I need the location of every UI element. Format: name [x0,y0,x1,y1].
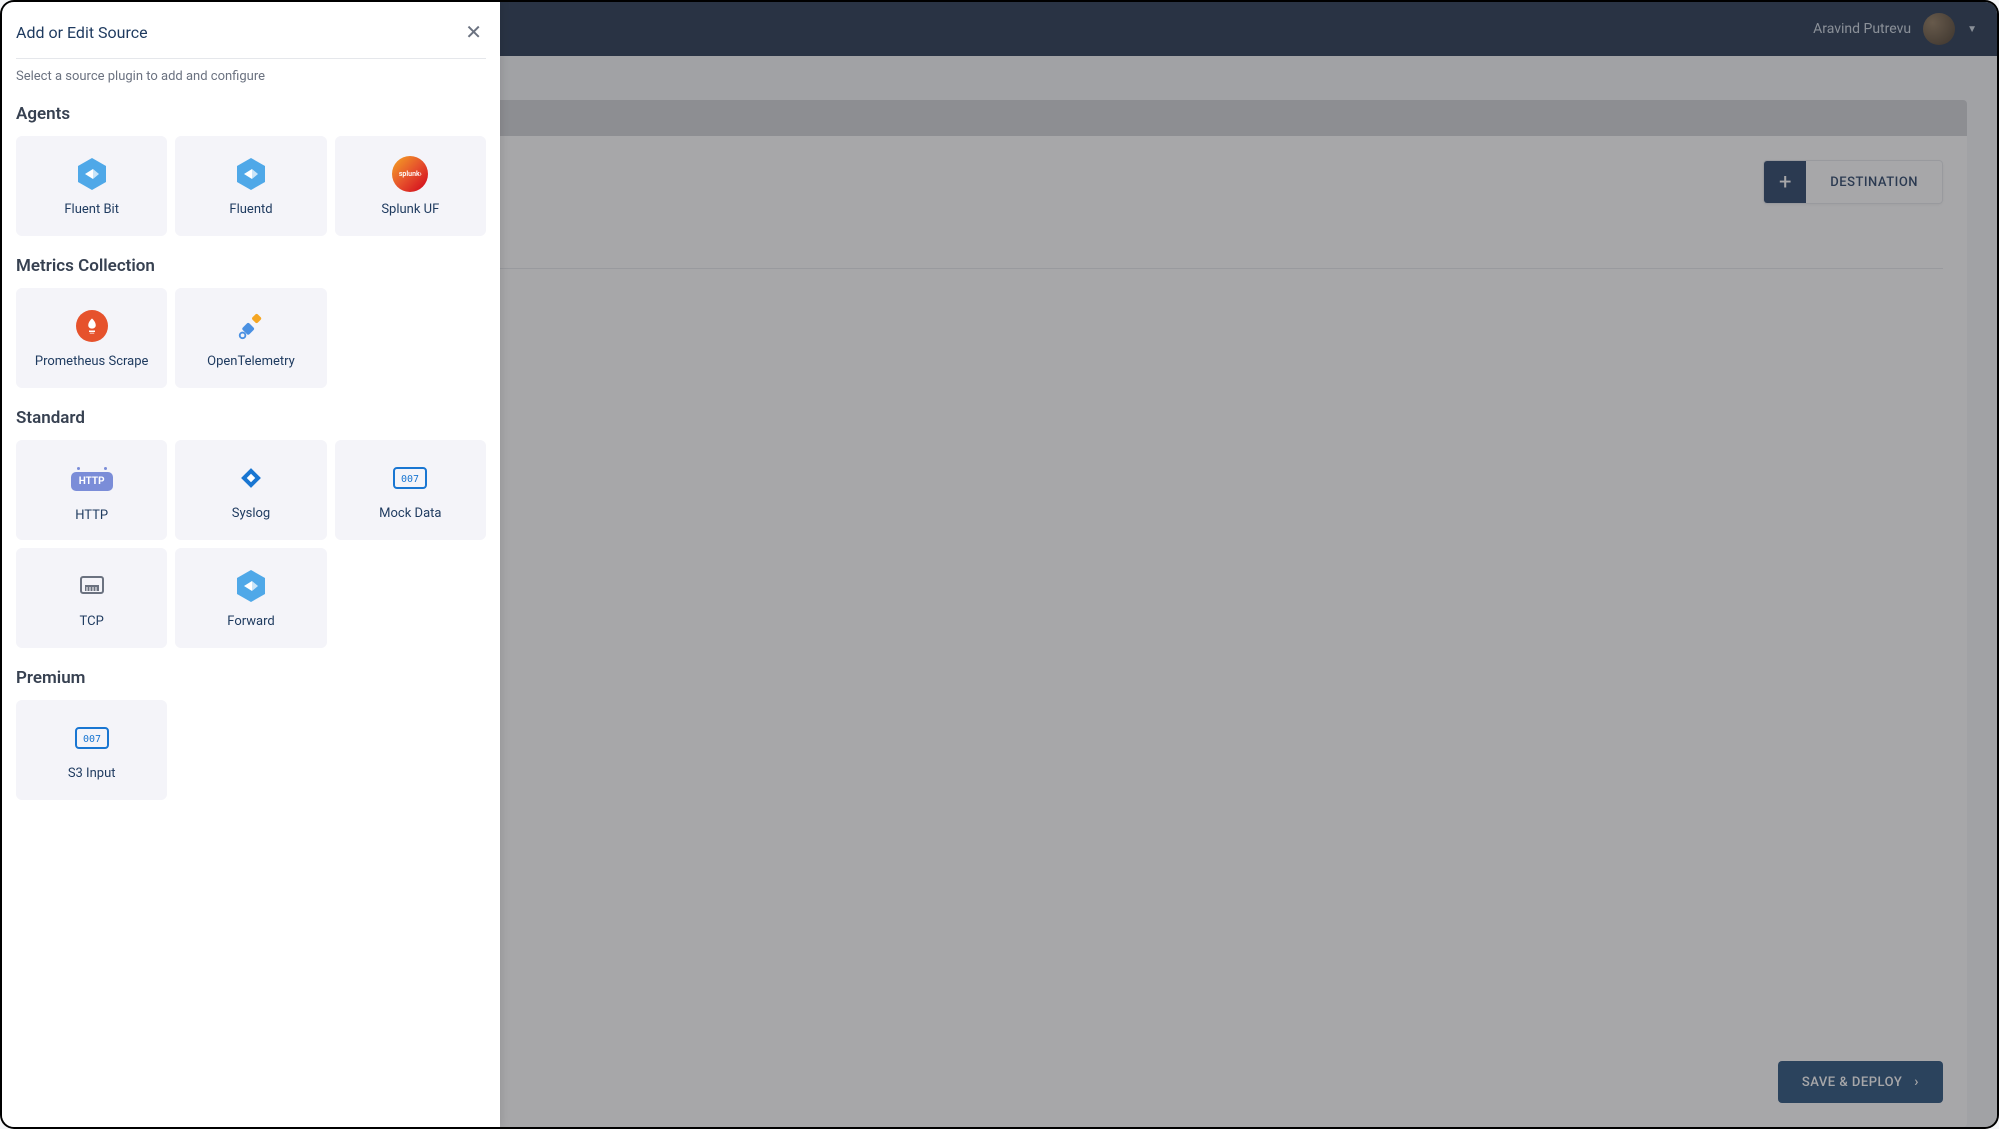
fluentd-icon [233,156,269,192]
section-title-premium: Premium [16,668,486,688]
svg-text:007: 007 [401,474,419,485]
plugin-syslog[interactable]: Syslog [175,440,326,540]
plugin-s3-input[interactable]: 007 S3 Input [16,700,167,800]
splunk-icon: splunk› [392,156,428,192]
plugin-opentelemetry[interactable]: OpenTelemetry [175,288,326,388]
http-icon: HTTP [74,464,110,500]
s3-icon: 007 [74,720,110,756]
opentelemetry-icon [233,308,269,344]
panel-title: Add or Edit Source [16,23,148,42]
divider [16,58,486,59]
tcp-icon [74,568,110,604]
section-title-metrics: Metrics Collection [16,256,486,276]
fluentbit-icon [74,156,110,192]
panel-subtitle: Select a source plugin to add and config… [16,69,486,84]
section-title-standard: Standard [16,408,486,428]
plugin-forward[interactable]: Forward [175,548,326,648]
forward-icon [233,568,269,604]
plugin-http[interactable]: HTTP HTTP [16,440,167,540]
source-picker-panel: Add or Edit Source ✕ Select a source plu… [2,2,500,1127]
plugin-fluentd[interactable]: Fluentd [175,136,326,236]
close-icon[interactable]: ✕ [461,16,486,48]
plugin-tcp[interactable]: TCP [16,548,167,648]
plugin-fluent-bit[interactable]: Fluent Bit [16,136,167,236]
mock-data-icon: 007 [392,460,428,496]
plugin-splunk-uf[interactable]: splunk› Splunk UF [335,136,486,236]
plugin-mock-data[interactable]: 007 Mock Data [335,440,486,540]
section-title-agents: Agents [16,104,486,124]
prometheus-icon [74,308,110,344]
svg-text:007: 007 [83,734,101,745]
syslog-icon [233,460,269,496]
plugin-prometheus-scrape[interactable]: Prometheus Scrape [16,288,167,388]
